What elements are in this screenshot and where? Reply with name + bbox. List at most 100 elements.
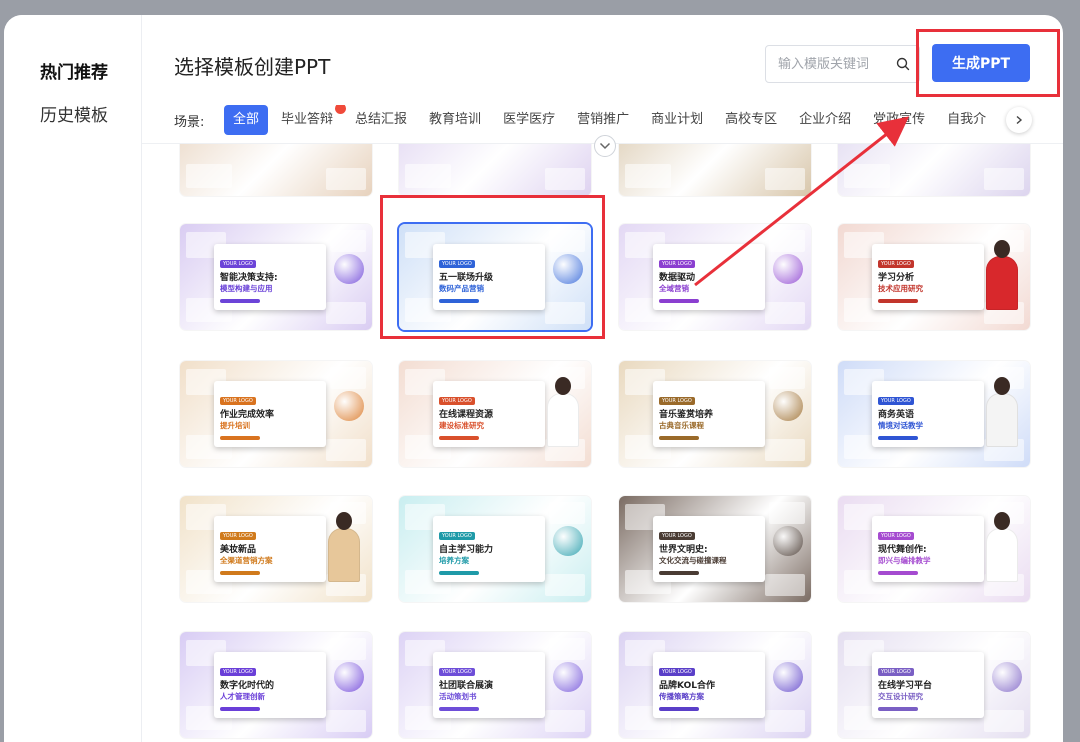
category-tab[interactable]: 自我介 (938, 105, 995, 135)
search-input[interactable] (778, 56, 888, 72)
thumbnail-slide (988, 638, 1024, 660)
person-head (994, 377, 1010, 395)
template-card[interactable]: YOUR LOGO 品牌KOL合作 传播策略方案 (619, 632, 811, 738)
thumbnail-slide (330, 230, 366, 252)
template-card[interactable]: YOUR LOGO 学习分析 技术应用研究 (838, 224, 1030, 330)
template-card[interactable] (619, 144, 811, 196)
person-body (547, 393, 579, 447)
thumbnail-slide (844, 164, 890, 188)
template-title: 在线学习平台 (878, 681, 933, 691)
template-illustration (553, 254, 583, 284)
thumbnail-slide (549, 502, 585, 524)
person-illustration (982, 240, 1020, 310)
generate-ppt-button[interactable]: 生成PPT (932, 44, 1030, 82)
template-cover: YOUR LOGO 商务英语 情境对话教学 (872, 381, 984, 447)
template-cover: YOUR LOGO 品牌KOL合作 传播策略方案 (653, 652, 765, 718)
person-illustration (324, 512, 362, 582)
template-accent-bar (220, 571, 260, 575)
hot-badge-icon (335, 105, 347, 114)
chevron-right-icon (1016, 115, 1023, 125)
template-card[interactable]: YOUR LOGO 美妆新品 全渠道营销方案 (180, 496, 372, 602)
template-title: 学习分析 (878, 273, 915, 283)
template-cover: YOUR LOGO 在线学习平台 交互设计研究 (872, 652, 984, 718)
template-title: 自主学习能力 (439, 545, 494, 555)
person-illustration (543, 377, 581, 447)
template-title: 商务英语 (878, 410, 915, 420)
template-illustration (334, 391, 364, 421)
template-subtitle: 即兴与编排教学 (878, 556, 931, 565)
category-tab[interactable]: 高校专区 (716, 105, 786, 135)
search-box[interactable] (765, 45, 920, 83)
template-card[interactable]: YOUR LOGO 数字化时代的 人才管理创新 (180, 632, 372, 738)
template-title: 智能决策支持: (220, 273, 278, 283)
template-title: 在线课程资源 (439, 410, 494, 420)
template-card[interactable]: YOUR LOGO 在线课程资源 建设标准研究 (399, 361, 591, 467)
template-illustration (334, 662, 364, 692)
template-accent-bar (878, 436, 918, 440)
template-card[interactable]: YOUR LOGO 作业完成效率 提升培训 (180, 361, 372, 467)
template-illustration (334, 254, 364, 284)
sidebar-item-history[interactable]: 历史模板 (40, 101, 108, 126)
template-card[interactable] (180, 144, 372, 196)
category-tab[interactable]: 医学医疗 (494, 105, 564, 135)
category-tab[interactable]: 全部 (224, 105, 269, 135)
template-card[interactable]: YOUR LOGO 世界文明史: 文化交流与碰撞课程 (619, 496, 811, 602)
template-card[interactable]: YOUR LOGO 社团联合展演 活动策划书 (399, 632, 591, 738)
template-card[interactable]: YOUR LOGO 自主学习能力 培养方案 (399, 496, 591, 602)
template-title: 数字化时代的 (220, 681, 275, 691)
person-head (994, 240, 1010, 258)
template-card[interactable] (399, 144, 591, 196)
template-illustration (773, 526, 803, 556)
template-card[interactable]: YOUR LOGO 智能决策支持: 模型构建与应用 (180, 224, 372, 330)
template-card[interactable] (838, 144, 1030, 196)
thumbnail-slide (765, 439, 805, 461)
search-icon[interactable] (895, 56, 911, 72)
template-subtitle: 情境对话教学 (878, 421, 923, 430)
category-tab[interactable]: 营销推广 (568, 105, 638, 135)
template-cover: YOUR LOGO 世界文明史: 文化交流与碰撞课程 (653, 516, 765, 582)
template-card[interactable]: YOUR LOGO 数据驱动 全域营销 (619, 224, 811, 330)
template-illustration (553, 526, 583, 556)
template-subtitle: 提升培训 (220, 421, 250, 430)
thumbnail-slide (186, 164, 232, 188)
template-accent-bar (439, 571, 479, 575)
thumbnail-slide (545, 710, 585, 732)
template-subtitle: 全域营销 (659, 284, 689, 293)
template-title: 数据驱动 (659, 273, 696, 283)
category-tab[interactable]: 毕业答辩 (272, 105, 347, 135)
template-title: 美妆新品 (220, 545, 257, 555)
template-card[interactable]: YOUR LOGO 商务英语 情境对话教学 (838, 361, 1030, 467)
template-subtitle: 建设标准研究 (439, 421, 484, 430)
category-next-button[interactable] (1006, 107, 1032, 133)
expand-categories-button[interactable] (594, 135, 616, 157)
template-cover: YOUR LOGO 数字化时代的 人才管理创新 (214, 652, 326, 718)
scene-label: 场景: (174, 115, 205, 130)
person-body (328, 528, 360, 582)
template-card[interactable]: YOUR LOGO 五一联场升级 数码产品营销 (399, 224, 591, 330)
template-title: 社团联合展演 (439, 681, 494, 691)
template-card[interactable]: YOUR LOGO 音乐鉴赏培养 古典音乐课程 (619, 361, 811, 467)
template-subtitle: 交互设计研究 (878, 692, 923, 701)
logo-placeholder: YOUR LOGO (659, 397, 695, 405)
template-subtitle: 培养方案 (439, 556, 469, 565)
thumbnail-slide (765, 574, 805, 596)
category-tab[interactable]: 商业计划 (642, 105, 712, 135)
category-tab[interactable]: 企业介绍 (790, 105, 860, 135)
template-card[interactable]: YOUR LOGO 现代舞创作: 即兴与编排教学 (838, 496, 1030, 602)
template-accent-bar (439, 436, 479, 440)
template-title: 作业完成效率 (220, 410, 275, 420)
template-accent-bar (220, 436, 260, 440)
template-illustration (773, 391, 803, 421)
template-cover: YOUR LOGO 自主学习能力 培养方案 (433, 516, 545, 582)
category-tab[interactable]: 党政宣传 (864, 105, 934, 135)
template-cover: YOUR LOGO 在线课程资源 建设标准研究 (433, 381, 545, 447)
sidebar-item-hot[interactable]: 热门推荐 (40, 58, 108, 83)
category-tab[interactable]: 总结汇报 (346, 105, 416, 135)
template-accent-bar (878, 707, 918, 711)
category-tab[interactable]: 教育培训 (420, 105, 490, 135)
template-cover: YOUR LOGO 智能决策支持: 模型构建与应用 (214, 244, 326, 310)
template-card[interactable]: YOUR LOGO 在线学习平台 交互设计研究 (838, 632, 1030, 738)
template-cover: YOUR LOGO 作业完成效率 提升培训 (214, 381, 326, 447)
person-body (986, 256, 1018, 310)
template-cover: YOUR LOGO 数据驱动 全域营销 (653, 244, 765, 310)
